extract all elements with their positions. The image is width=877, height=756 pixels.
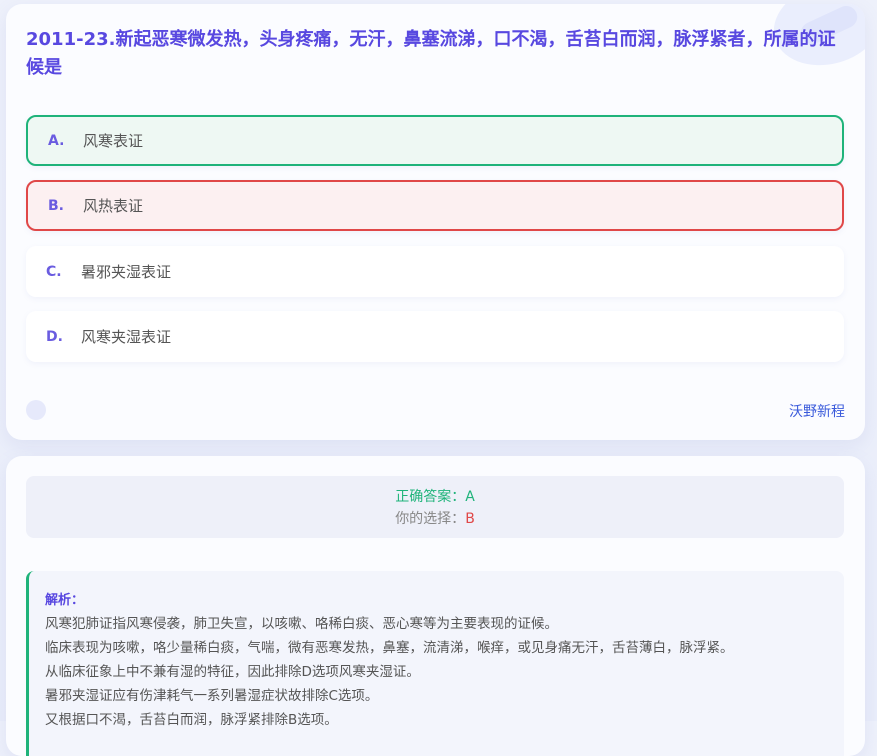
- your-choice-value: B: [465, 511, 475, 527]
- correct-answer-line: 正确答案：A: [26, 486, 844, 506]
- your-choice-line: 你的选择：B: [26, 508, 844, 528]
- option-text: 风寒表证: [83, 132, 144, 150]
- correct-answer-value: A: [465, 489, 475, 505]
- option-a[interactable]: A. 风寒表证: [26, 115, 844, 166]
- explanation-line: 从临床征象上中不兼有湿的特征，因此排除D选项风寒夹湿证。: [45, 664, 420, 680]
- option-b[interactable]: B. 风热表证: [26, 180, 844, 231]
- explanation-line: 暑邪夹湿证应有伤津耗气一系列暑湿症状故排除C选项。: [45, 688, 379, 704]
- explanation-title: 解析：: [45, 593, 85, 608]
- question-card: 2011-23.新起恶寒微发热，头身疼痛，无汗，鼻塞流涕，口不渴，舌苔白而润，脉…: [6, 4, 865, 440]
- option-letter: D.: [46, 328, 63, 345]
- option-letter: A.: [48, 132, 65, 149]
- option-c[interactable]: C. 暑邪夹湿表证: [26, 246, 844, 297]
- option-text: 风寒夹湿表证: [81, 328, 172, 346]
- explanation-line: 临床表现为咳嗽，咯少量稀白痰，气喘，微有恶寒发热，鼻塞，流清涕，喉痒，或见身痛无…: [45, 640, 734, 656]
- option-letter: B.: [48, 197, 64, 214]
- decoration-dot: [26, 400, 46, 420]
- correct-answer-label: 正确答案：: [395, 489, 466, 505]
- explanation-line: 风寒犯肺证指风寒侵袭，肺卫失宣，以咳嗽、咯稀白痰、恶心寒等为主要表现的证候。: [45, 616, 558, 632]
- your-choice-label: 你的选择：: [395, 511, 466, 527]
- option-letter: C.: [46, 263, 62, 280]
- question-text: 2011-23.新起恶寒微发热，头身疼痛，无汗，鼻塞流涕，口不渴，舌苔白而润，脉…: [26, 29, 836, 78]
- brand-link[interactable]: 沃野新程: [789, 401, 845, 421]
- explanation-box: 解析： 风寒犯肺证指风寒侵袭，肺卫失宣，以咳嗽、咯稀白痰、恶心寒等为主要表现的证…: [26, 571, 844, 756]
- answer-card: 正确答案：A 你的选择：B 解析： 风寒犯肺证指风寒侵袭，肺卫失宣，以咳嗽、咯稀…: [6, 456, 865, 756]
- option-d[interactable]: D. 风寒夹湿表证: [26, 311, 844, 362]
- result-box: 正确答案：A 你的选择：B: [26, 476, 844, 538]
- option-text: 暑邪夹湿表证: [81, 263, 172, 281]
- option-text: 风热表证: [83, 197, 144, 215]
- explanation-line: 又根据口不渴，舌苔白而润，脉浮紧排除B选项。: [45, 712, 338, 728]
